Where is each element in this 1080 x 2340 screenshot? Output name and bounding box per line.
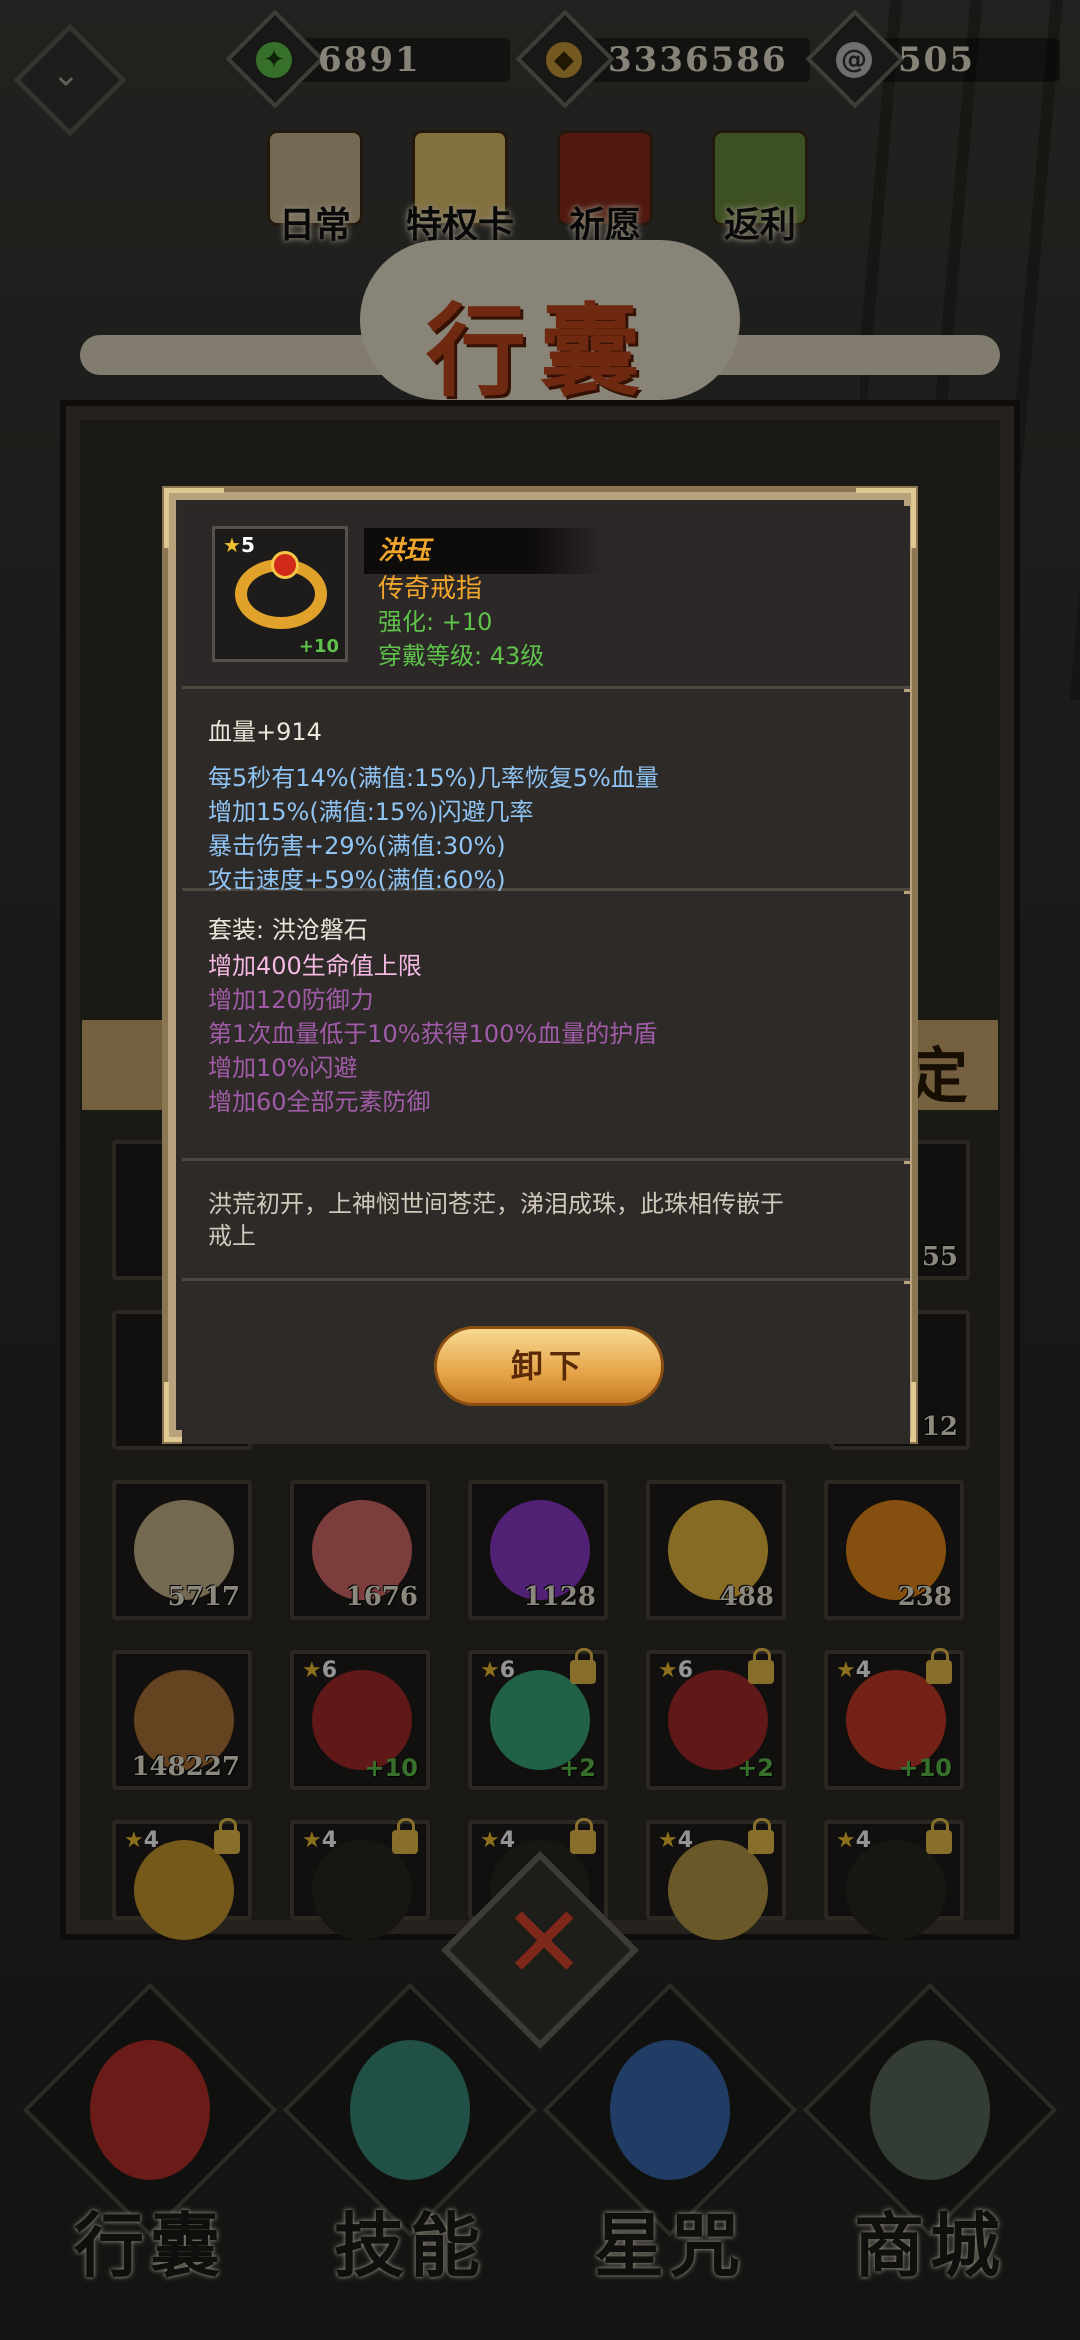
affix-line: 暴击伤害+29%(满值:30%) [208, 832, 506, 860]
set-bonus-inactive: 增加10%闪避 [208, 1054, 358, 1082]
set-bonus-active: 增加400生命值上限 [208, 952, 422, 980]
set-bonus-inactive: 增加60全部元素防御 [208, 1088, 431, 1116]
set-name: 套装: 洪沧磐石 [208, 916, 368, 944]
item-icon-frame: ★5 +10 [212, 526, 348, 662]
lore-text: 戒上 [208, 1222, 256, 1250]
item-enhance-text: 强化: +10 [378, 608, 493, 636]
affix-line: 攻击速度+59%(满值:60%) [208, 866, 506, 894]
set-bonus-inactive: 增加120防御力 [208, 986, 374, 1014]
item-detail-popup: ★5 +10 洪珏 传奇戒指 强化: +10 穿戴等级: 43级 血量+914 … [162, 486, 918, 1444]
item-header-section: ★5 +10 洪珏 传奇戒指 强化: +10 穿戴等级: 43级 [182, 506, 910, 689]
unequip-button[interactable]: 卸下 [434, 1326, 664, 1406]
base-stat: 血量+914 [208, 718, 322, 746]
set-bonus-inactive: 第1次血量低于10%获得100%血量的护盾 [208, 1020, 658, 1048]
star-count: 5 [240, 533, 255, 557]
item-stars: ★5 [223, 533, 255, 557]
affix-line: 增加15%(满值:15%)闪避几率 [208, 798, 534, 826]
item-enhance: +10 [298, 636, 339, 657]
ruby-gem-icon [271, 551, 299, 579]
item-rarity: 传奇戒指 [378, 574, 483, 604]
item-lore-section: 洪荒初开，上神悯世间苍茫，涕泪成珠，此珠相传嵌于 戒上 [182, 1164, 910, 1281]
set-bonus-section: 套装: 洪沧磐石 增加400生命值上限 增加120防御力 第1次血量低于10%获… [182, 894, 910, 1161]
lore-text: 洪荒初开，上神悯世间苍茫，涕泪成珠，此珠相传嵌于 [208, 1190, 784, 1218]
item-stats-section: 血量+914 每5秒有14%(满值:15%)几率恢复5%血量 增加15%(满值:… [182, 692, 910, 894]
affix-line: 每5秒有14%(满值:15%)几率恢复5%血量 [208, 764, 659, 792]
item-wear-level: 穿戴等级: 43级 [378, 642, 545, 670]
unequip-label: 卸下 [510, 1347, 587, 1385]
star-icon: ★ [223, 533, 241, 557]
item-name: 洪珏 [378, 536, 431, 566]
